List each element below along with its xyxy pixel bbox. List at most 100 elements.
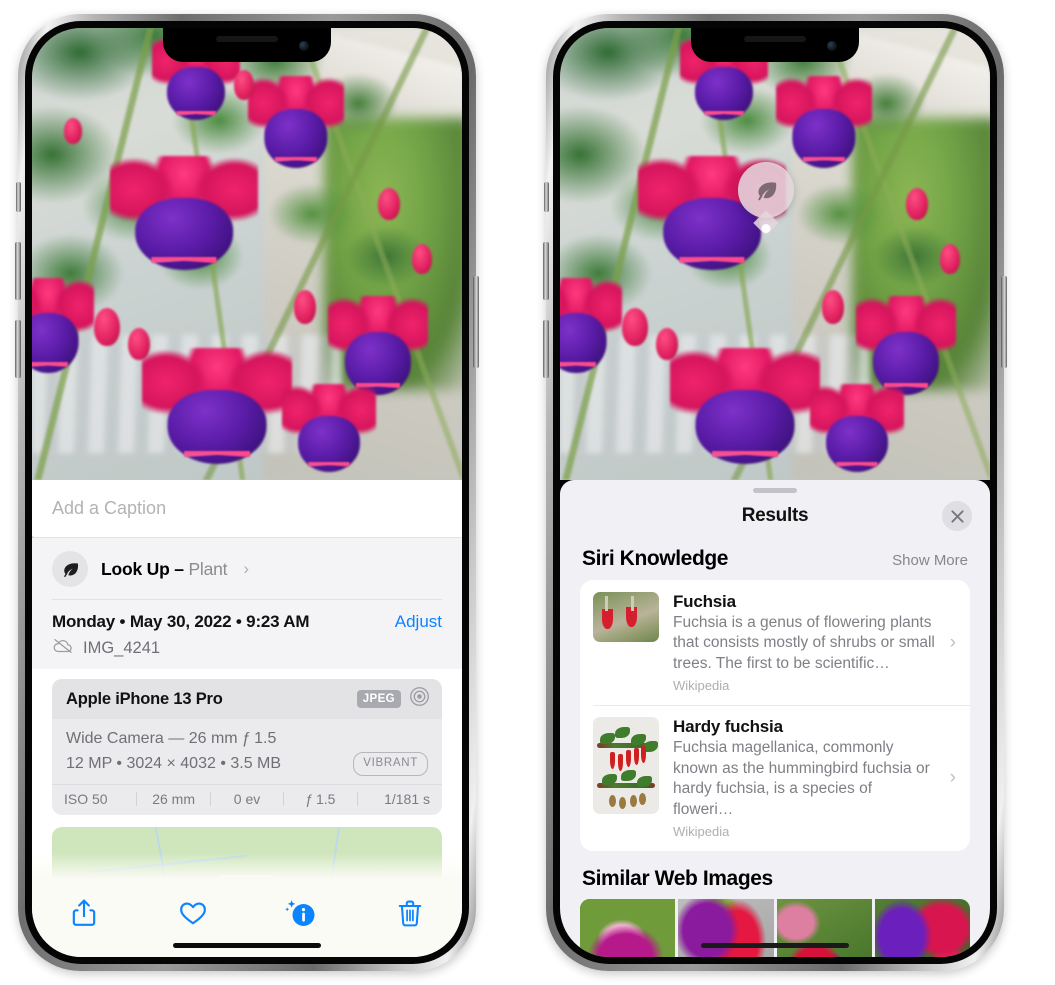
fuchsia-bloom	[282, 384, 376, 480]
camera-card-body: Wide Camera — 26 mm ƒ 1.5 12 MP • 3024 ×…	[52, 719, 442, 784]
knowledge-item[interactable]: Hardy fuchsia Fuchsia magellanica, commo…	[580, 705, 970, 851]
exif-row: ISO 50 26 mm 0 ev ƒ 1.5 1/181 s	[52, 783, 442, 815]
fuchsia-bloom	[142, 348, 292, 480]
fuchsia-bloom	[560, 278, 622, 399]
front-camera	[299, 41, 309, 51]
show-more-button[interactable]: Show More	[892, 552, 968, 569]
info-button[interactable]	[279, 893, 323, 933]
fuchsia-bud	[294, 290, 316, 324]
fuchsia-bud	[656, 328, 678, 360]
size-line: 12 MP • 3024 × 4032 • 3.5 MB	[66, 754, 282, 772]
photo-viewer[interactable]	[560, 28, 990, 480]
fuchsia-thumbnail	[593, 592, 659, 642]
home-indicator[interactable]	[173, 943, 321, 948]
fuchsia-bud	[378, 188, 400, 220]
photo-date: Monday • May 30, 2022 • 9:23 AM	[52, 612, 310, 631]
favorite-button[interactable]	[171, 893, 215, 933]
siri-knowledge-header: Siri Knowledge Show More	[560, 539, 990, 580]
knowledge-description: Fuchsia is a genus of flowering plants t…	[673, 614, 935, 672]
leaf-icon	[52, 551, 88, 587]
knowledge-source: Wikipedia	[673, 824, 730, 840]
fuchsia-bud	[906, 188, 928, 220]
similar-web-images-header: Similar Web Images	[560, 851, 990, 893]
camera-model: Apple iPhone 13 Pro	[66, 689, 223, 708]
volume-up-button[interactable]	[15, 242, 21, 300]
web-image-2[interactable]	[678, 899, 774, 957]
fuchsia-bloom	[110, 156, 258, 302]
sparkle-icon: ✦	[32, 531, 36, 547]
fuchsia-bloom	[776, 76, 872, 193]
share-button[interactable]	[62, 893, 106, 933]
photo-metadata: Monday • May 30, 2022 • 9:23 AM Adjust I…	[32, 600, 462, 669]
earpiece-speaker	[216, 36, 278, 42]
phone-bezel: Results Siri Knowledge Show More Fuchsia…	[553, 21, 997, 964]
look-up-subject: Plant	[188, 558, 228, 579]
knowledge-item[interactable]: Fuchsia Fuchsia is a genus of flowering …	[580, 580, 970, 705]
look-up-row[interactable]: ✦ ✦ Look Up – Plant ›	[32, 531, 462, 600]
screenshot-stage: Add a Caption ✦ ✦ Look Up – Plant ›	[0, 0, 1055, 985]
fuchsia-bud	[128, 328, 150, 360]
knowledge-title: Fuchsia	[673, 592, 736, 611]
web-image-4[interactable]	[874, 899, 970, 957]
volume-up-button[interactable]	[543, 242, 549, 300]
exif-focal: 26 mm	[152, 790, 195, 807]
cloud-slash-icon	[52, 638, 74, 659]
fuchsia-bud	[64, 118, 82, 144]
earpiece-speaker	[744, 36, 806, 42]
caption-field[interactable]: Add a Caption	[32, 480, 462, 538]
camera-info-card: Apple iPhone 13 Pro JPEG Wide Camera — 2…	[52, 679, 442, 815]
knowledge-source: Wikipedia	[673, 678, 730, 694]
web-image-1[interactable]	[580, 899, 676, 957]
adjust-button[interactable]: Adjust	[395, 612, 442, 632]
fuchsia-bud	[822, 290, 844, 324]
volume-down-button[interactable]	[543, 320, 549, 378]
right-phone: Results Siri Knowledge Show More Fuchsia…	[543, 14, 1007, 971]
section-title: Similar Web Images	[582, 867, 773, 891]
silent-switch[interactable]	[544, 182, 549, 212]
format-badge: JPEG	[356, 690, 401, 708]
sheet-header: Results	[560, 493, 990, 539]
fuchsia-bud	[412, 244, 432, 274]
photo-filename: IMG_4241	[83, 639, 161, 657]
fuchsia-bud	[940, 244, 960, 274]
web-image-3[interactable]	[776, 899, 872, 957]
side-power-button[interactable]	[473, 276, 479, 368]
look-up-prefix: Look Up –	[101, 558, 189, 579]
similar-web-images-strip[interactable]	[580, 899, 970, 957]
section-title: Siri Knowledge	[582, 547, 729, 570]
volume-down-button[interactable]	[15, 320, 21, 378]
chevron-right-icon: ›	[949, 631, 956, 653]
siri-knowledge-card: Fuchsia Fuchsia is a genus of flowering …	[580, 580, 970, 852]
left-phone: Add a Caption ✦ ✦ Look Up – Plant ›	[15, 14, 479, 971]
silent-switch[interactable]	[16, 182, 21, 212]
sheet-title: Results	[741, 505, 809, 526]
caption-placeholder: Add a Caption	[52, 498, 167, 518]
visual-lookup-badge[interactable]	[738, 162, 794, 218]
photo-viewer[interactable]	[32, 28, 462, 480]
fuchsia-bud	[94, 308, 120, 346]
phone-bezel: Add a Caption ✦ ✦ Look Up – Plant ›	[25, 21, 469, 964]
photographic-style-badge: VIBRANT	[353, 752, 428, 777]
notch	[691, 28, 859, 62]
divider	[52, 599, 442, 600]
front-camera	[827, 41, 837, 51]
aperture-icon	[409, 686, 430, 712]
results-sheet: Results Siri Knowledge Show More Fuchsia…	[560, 480, 990, 957]
fuchsia-bud	[622, 308, 648, 346]
side-power-button[interactable]	[1001, 276, 1007, 368]
exif-shutter: 1/181 s	[384, 790, 431, 807]
chevron-right-icon: ›	[949, 767, 956, 789]
fuchsia-bloom	[248, 76, 344, 193]
delete-button[interactable]	[388, 893, 432, 933]
notch	[163, 28, 331, 62]
fuchsia-bloom	[810, 384, 904, 480]
close-icon[interactable]	[942, 501, 972, 531]
left-phone-screen: Add a Caption ✦ ✦ Look Up – Plant ›	[32, 28, 462, 957]
exif-iso: ISO 50	[64, 790, 108, 807]
knowledge-description: Fuchsia magellanica, commonly known as t…	[673, 739, 930, 818]
fuchsia-bud	[234, 70, 254, 100]
fuchsia-bloom	[670, 348, 820, 480]
knowledge-title: Hardy fuchsia	[673, 717, 783, 737]
home-indicator[interactable]	[701, 943, 849, 948]
right-phone-screen: Results Siri Knowledge Show More Fuchsia…	[560, 28, 990, 957]
